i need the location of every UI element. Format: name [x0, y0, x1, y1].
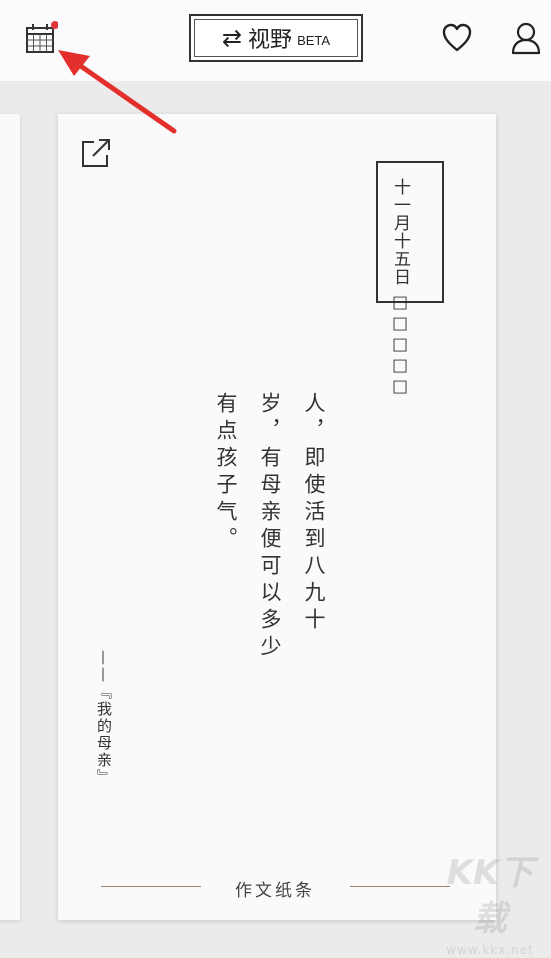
- date-frame: [376, 161, 444, 303]
- switch-view-label: 视野: [248, 28, 293, 53]
- watermark-url: www.kkx.net: [446, 943, 534, 957]
- footer-divider-left: [101, 886, 201, 887]
- switch-arrows-icon: ⇄: [221, 24, 243, 52]
- card-date: 十一月十五日 □□□□□: [390, 178, 410, 398]
- heart-icon[interactable]: [441, 22, 473, 54]
- user-icon[interactable]: [510, 20, 542, 56]
- calendar-icon[interactable]: [24, 20, 59, 56]
- switch-view-button[interactable]: ⇄ 视野 BETA: [189, 14, 363, 62]
- quote-text: 人，即使活到八九十岁，有母亲便可以多少有点孩子气。: [214, 392, 326, 662]
- card-date-placeholder: □□□□□: [390, 292, 410, 398]
- quote-source: ——『我的母亲』: [95, 650, 113, 786]
- previous-card[interactable]: [0, 114, 20, 920]
- top-bar: ⇄ 视野 BETA: [0, 0, 551, 81]
- beta-badge: BETA: [297, 32, 331, 48]
- card-date-text: 十一月十五日: [390, 178, 410, 286]
- share-external-icon[interactable]: [80, 137, 112, 169]
- footer-label: 作文纸条: [235, 881, 315, 901]
- footer-divider-right: [350, 886, 450, 887]
